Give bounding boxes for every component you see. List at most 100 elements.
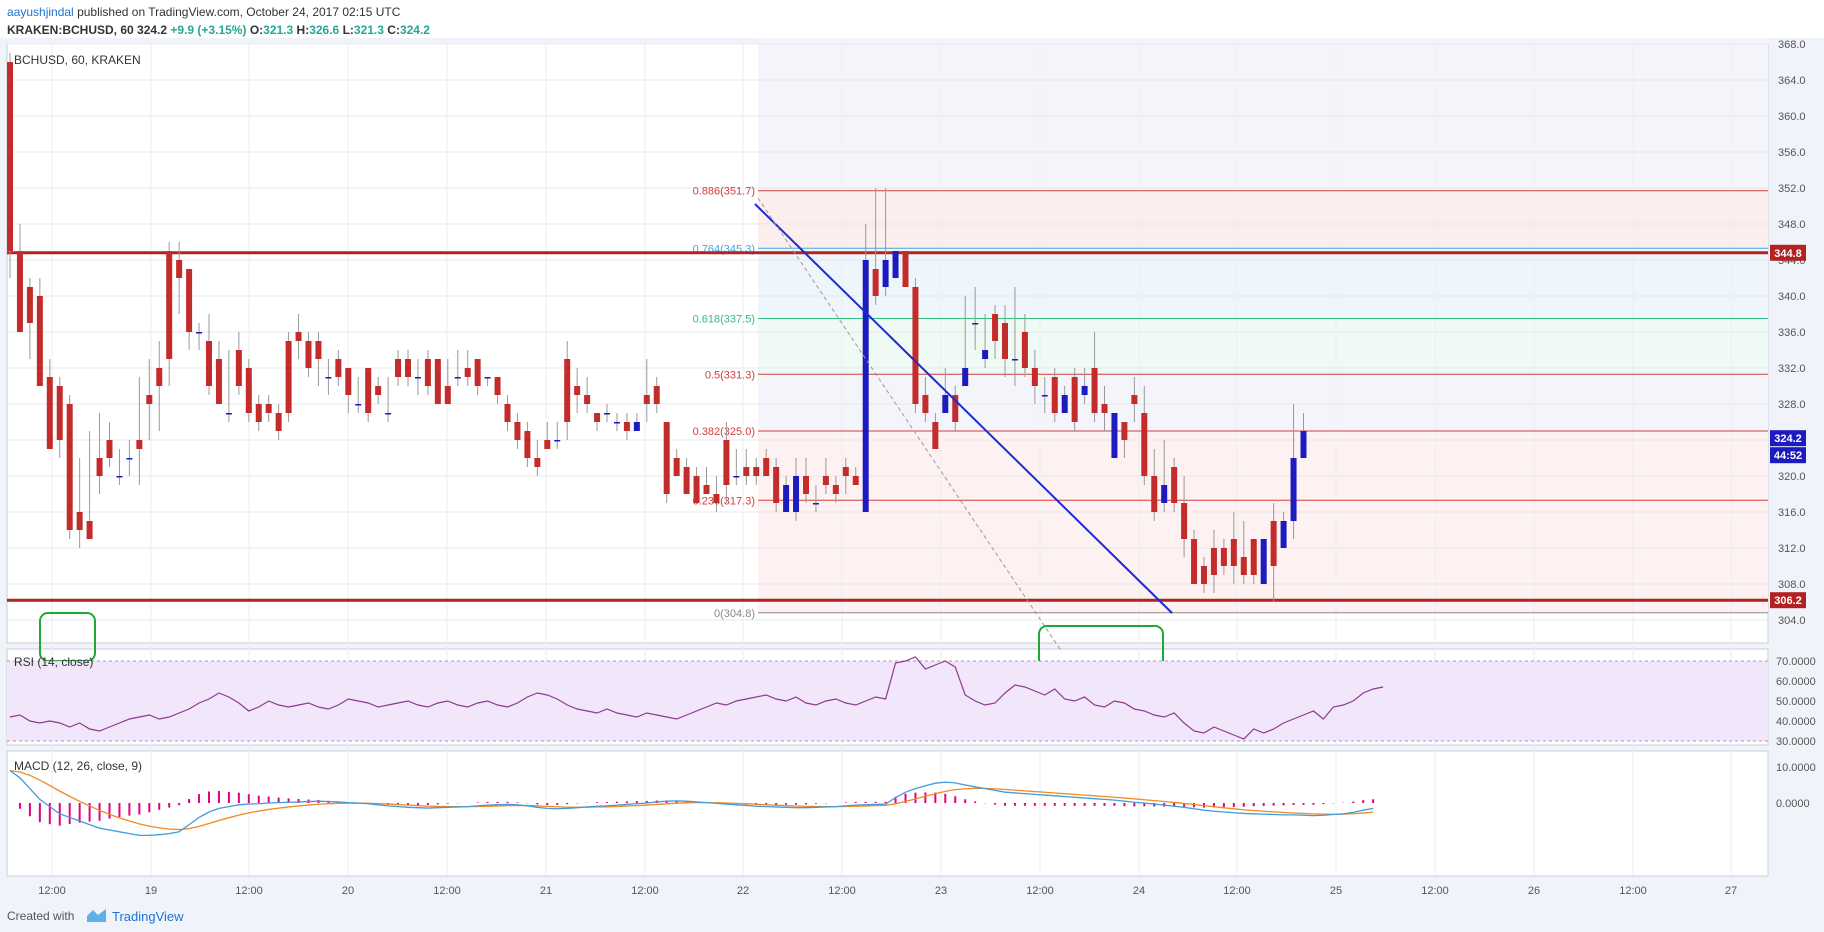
candle-body [594, 413, 601, 422]
fib-level-label: 0.886(351.7) [693, 186, 755, 198]
candle-body [932, 422, 939, 449]
candle-body [703, 485, 710, 494]
candle-body [225, 413, 232, 415]
candle-body [335, 359, 342, 377]
candle-body [962, 368, 969, 386]
candle-body [972, 323, 979, 325]
candle-body [574, 386, 581, 395]
price-tick-label: 336.0 [1778, 327, 1806, 339]
candle-body [803, 476, 809, 494]
candle-body [922, 395, 929, 413]
candle-body [245, 368, 252, 413]
candle-body [206, 341, 212, 386]
candle-body [46, 377, 53, 449]
candle-body [146, 395, 153, 404]
candle-body [753, 467, 760, 476]
symbol-label: KRAKEN:BCHUSD, 60 [7, 23, 134, 37]
time-tick-label: 26 [1528, 885, 1540, 897]
candle-body [992, 314, 999, 341]
footer: Created with TradingView [0, 900, 1824, 932]
candle-body [564, 359, 571, 422]
candle-body [86, 521, 93, 539]
rsi-tick-label: 70.0000 [1776, 656, 1816, 668]
close-value: 324.2 [399, 23, 430, 37]
candle-body [444, 386, 451, 404]
fib-level-label: 0.618(337.5) [693, 314, 755, 326]
price-badge-label: 44:52 [1774, 450, 1802, 462]
candle-body [842, 467, 849, 476]
price-tick-label: 312.0 [1778, 543, 1806, 555]
tradingview-brand-link[interactable]: TradingView [112, 909, 184, 924]
candle-body [66, 404, 73, 530]
candle-body [1061, 395, 1068, 413]
candle-body [1220, 548, 1227, 566]
publish-header: aayushjindal published on TradingView.co… [0, 0, 1824, 38]
candle-body [892, 251, 899, 278]
tradingview-logo-icon [87, 909, 106, 922]
candle-body [365, 368, 372, 413]
candle-body [434, 359, 441, 404]
candle-body [1181, 503, 1188, 539]
candle-body [1210, 548, 1217, 575]
candle-body [1260, 539, 1267, 584]
time-tick-label: 12:00 [1421, 885, 1449, 897]
time-tick-label: 19 [145, 885, 157, 897]
candle-body [882, 260, 889, 287]
candle-body [235, 350, 242, 386]
candle-body [325, 377, 332, 379]
candle-body [255, 404, 262, 422]
candle-body [414, 377, 421, 379]
candle-body [1191, 539, 1198, 584]
macd-tick-label: 10.0000 [1776, 762, 1816, 774]
candle-body [1041, 395, 1048, 397]
fib-level-label: 0.5(331.3) [705, 369, 755, 381]
candle-body [126, 458, 133, 460]
candle-body [1011, 359, 1018, 361]
candle-body [385, 413, 392, 415]
candle-body [305, 341, 312, 368]
candle-body [265, 404, 272, 413]
time-tick-label: 12:00 [1223, 885, 1251, 897]
candle-body [633, 422, 640, 431]
price-badge-label: 306.2 [1774, 595, 1802, 607]
rsi-tick-label: 50.0000 [1776, 696, 1816, 708]
candle-body [852, 476, 859, 485]
candle-body [395, 359, 402, 377]
chart-title: BCHUSD, 60, KRAKEN [14, 53, 141, 67]
candle-body [1111, 413, 1118, 458]
candle-body [653, 386, 660, 404]
candle-body [1031, 368, 1038, 386]
published-text: published on TradingView.com, October 24… [77, 5, 401, 19]
time-tick-label: 12:00 [631, 885, 659, 897]
candle-body [683, 467, 690, 494]
created-with-text: Created with [7, 909, 75, 923]
rsi-tick-label: 60.0000 [1776, 676, 1816, 688]
rsi-title: RSI (14, close) [14, 655, 93, 669]
candle-body [504, 404, 511, 422]
candle-body [454, 377, 461, 379]
rsi-tick-label: 30.0000 [1776, 736, 1816, 748]
candle-body [783, 485, 790, 512]
macd-panel[interactable] [6, 750, 1769, 877]
candle-body [673, 458, 680, 476]
time-tick-label: 12:00 [1619, 885, 1647, 897]
rsi-band [7, 661, 1768, 741]
trading-chart[interactable]: 304.0308.0312.0316.0320.0324.0328.0332.0… [0, 38, 1824, 900]
rsi-tick-label: 40.0000 [1776, 716, 1816, 728]
fib-level-label: 0(304.8) [714, 608, 755, 620]
low-value: 321.3 [353, 23, 384, 37]
candle-body [275, 413, 282, 431]
candle-body [1151, 476, 1158, 512]
macd-tick-label: 0.0000 [1776, 798, 1810, 810]
candle-body [1121, 422, 1128, 440]
fib-band-0886 [758, 190, 1768, 249]
candle-body [902, 251, 909, 287]
time-tick-label: 25 [1330, 885, 1342, 897]
author-link[interactable]: aayushjindal [7, 5, 74, 19]
candle-body [285, 341, 292, 413]
candle-body [604, 413, 610, 415]
candle-body [912, 287, 919, 404]
candle-body [215, 359, 222, 404]
candle-body [1091, 368, 1098, 413]
publish-info: aayushjindal published on TradingView.co… [7, 5, 400, 19]
